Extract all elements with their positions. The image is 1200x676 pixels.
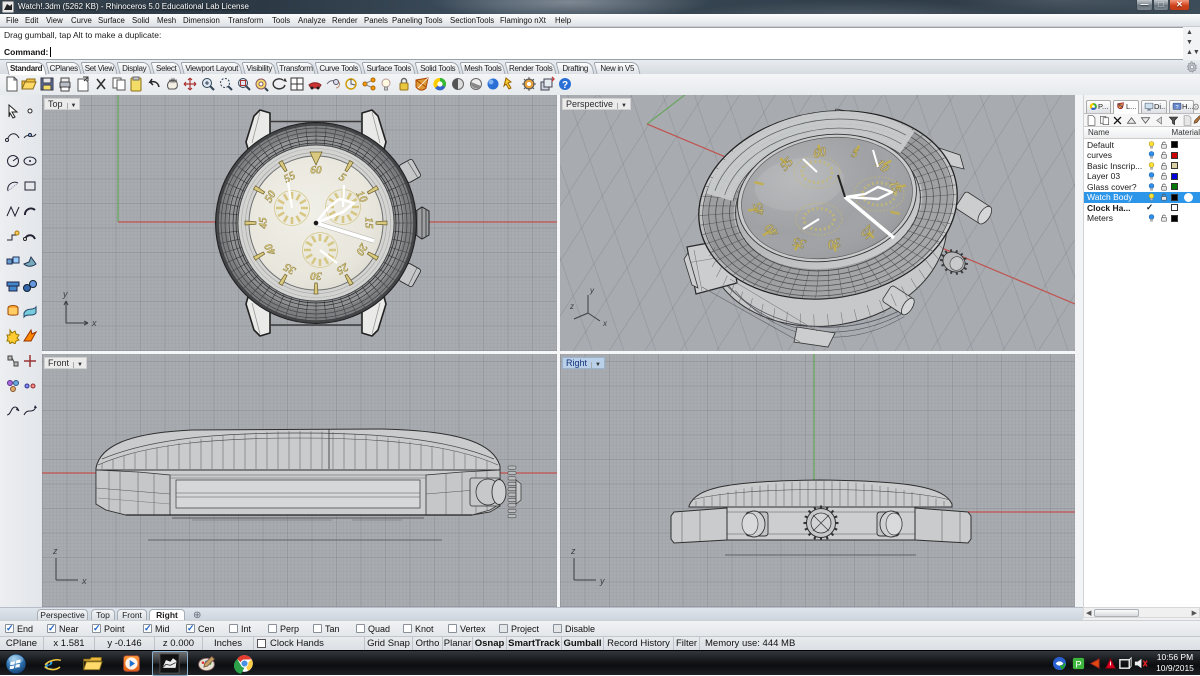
svg-text:?: ? — [562, 80, 568, 91]
svg-text:x: x — [91, 318, 97, 328]
svg-text:45: 45 — [258, 217, 270, 230]
svg-text:y: y — [599, 576, 605, 586]
svg-text:P: P — [1075, 659, 1081, 669]
svg-text:z: z — [569, 302, 574, 311]
svg-text:z: z — [52, 546, 58, 556]
svg-text:?: ? — [1175, 105, 1178, 111]
svg-text:y: y — [62, 289, 68, 299]
svg-text:60: 60 — [310, 165, 322, 177]
svg-text:z: z — [570, 546, 576, 556]
svg-text:y: y — [589, 286, 595, 295]
svg-text:x: x — [602, 319, 608, 328]
svg-text:30: 30 — [310, 269, 323, 281]
svg-text:15: 15 — [362, 217, 374, 229]
svg-text:x: x — [81, 576, 87, 586]
